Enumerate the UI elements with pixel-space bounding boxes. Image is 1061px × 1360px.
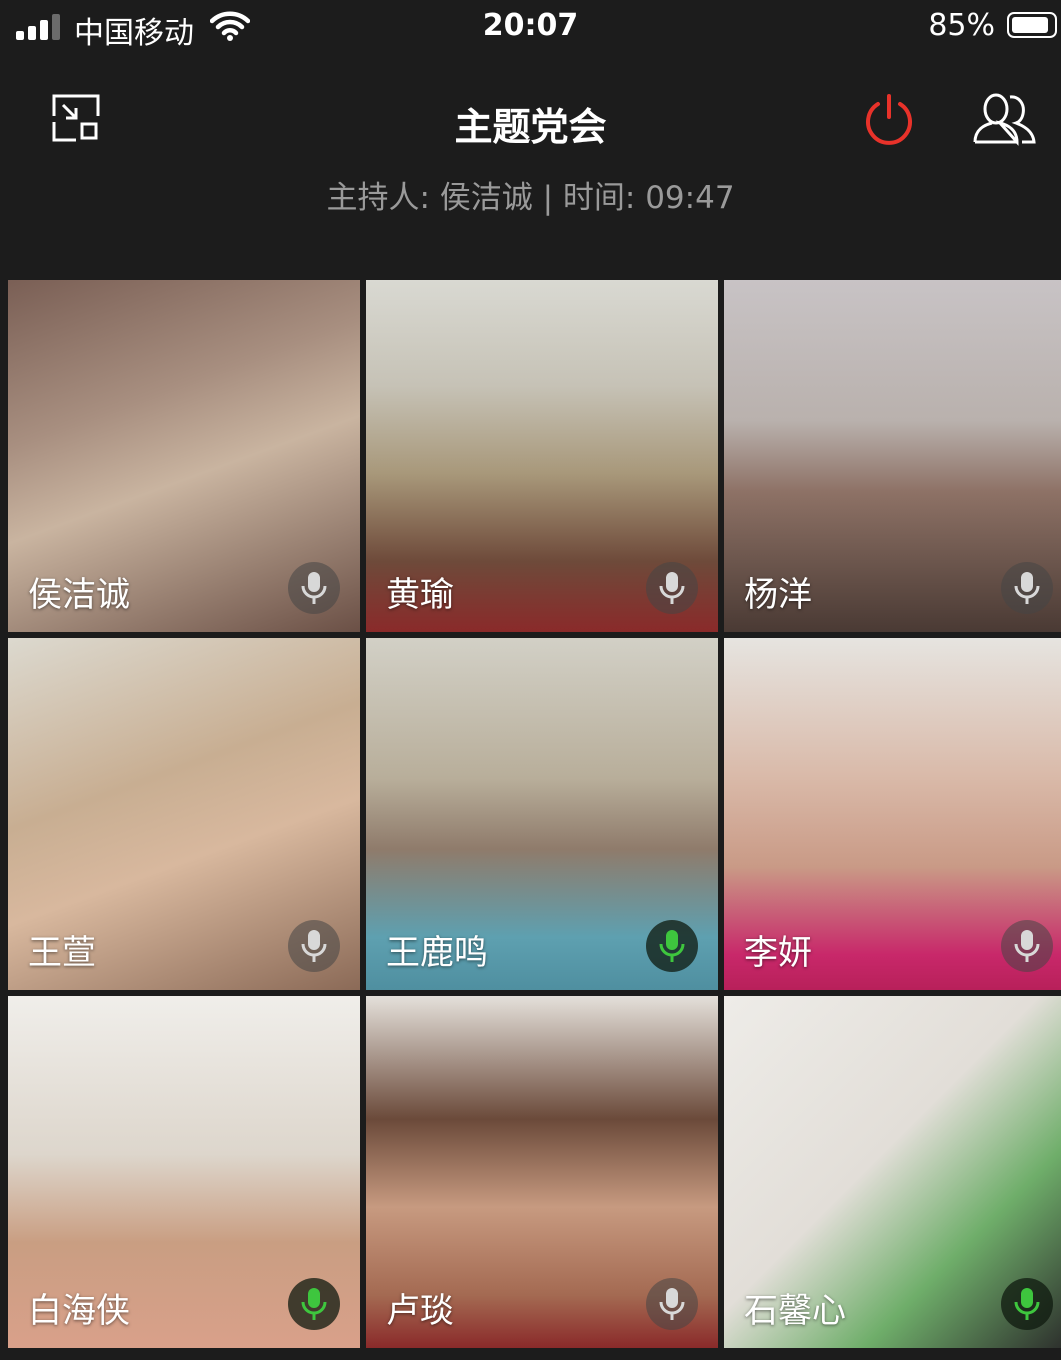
- video-tile[interactable]: 李妍: [724, 638, 1061, 990]
- battery-percentage: 85%: [928, 8, 995, 43]
- participant-name: 侯洁诚: [28, 575, 130, 615]
- power-icon[interactable]: [862, 93, 916, 147]
- meeting-info: 主持人: 侯洁诚 | 时间: 09:47: [326, 180, 735, 216]
- video-tile[interactable]: 王萱: [8, 638, 360, 990]
- microphone-icon[interactable]: [288, 562, 340, 614]
- participants-icon[interactable]: [972, 92, 1040, 146]
- microphone-icon[interactable]: [646, 1278, 698, 1330]
- microphone-icon[interactable]: [1001, 920, 1053, 972]
- participant-name: 王萱: [28, 933, 96, 973]
- video-tile[interactable]: 王鹿鸣: [366, 638, 718, 990]
- microphone-icon[interactable]: [646, 920, 698, 972]
- microphone-icon[interactable]: [288, 920, 340, 972]
- participant-name: 白海侠: [28, 1291, 130, 1331]
- participant-name: 卢琰: [386, 1291, 454, 1331]
- video-grid: 侯洁诚 黄瑜 杨洋 王萱 王鹿鸣 李妍 白海侠 卢琰 石馨心: [8, 280, 1061, 1348]
- participant-name: 石馨心: [744, 1291, 846, 1331]
- video-tile[interactable]: 石馨心: [724, 996, 1061, 1348]
- microphone-icon[interactable]: [288, 1278, 340, 1330]
- status-bar: 中国移动 20:07 85%: [0, 0, 1061, 56]
- participant-name: 王鹿鸣: [386, 933, 488, 973]
- microphone-icon[interactable]: [1001, 562, 1053, 614]
- video-tile[interactable]: 白海侠: [8, 996, 360, 1348]
- participant-name: 黄瑜: [386, 575, 454, 615]
- microphone-icon[interactable]: [1001, 1278, 1053, 1330]
- video-tile[interactable]: 杨洋: [724, 280, 1061, 632]
- participant-name: 杨洋: [744, 575, 812, 615]
- video-tile[interactable]: 黄瑜: [366, 280, 718, 632]
- battery-icon: [1007, 12, 1057, 38]
- participant-name: 李妍: [744, 933, 812, 973]
- microphone-icon[interactable]: [646, 562, 698, 614]
- status-time: 20:07: [482, 8, 579, 43]
- video-tile[interactable]: 侯洁诚: [8, 280, 360, 632]
- video-tile[interactable]: 卢琰: [366, 996, 718, 1348]
